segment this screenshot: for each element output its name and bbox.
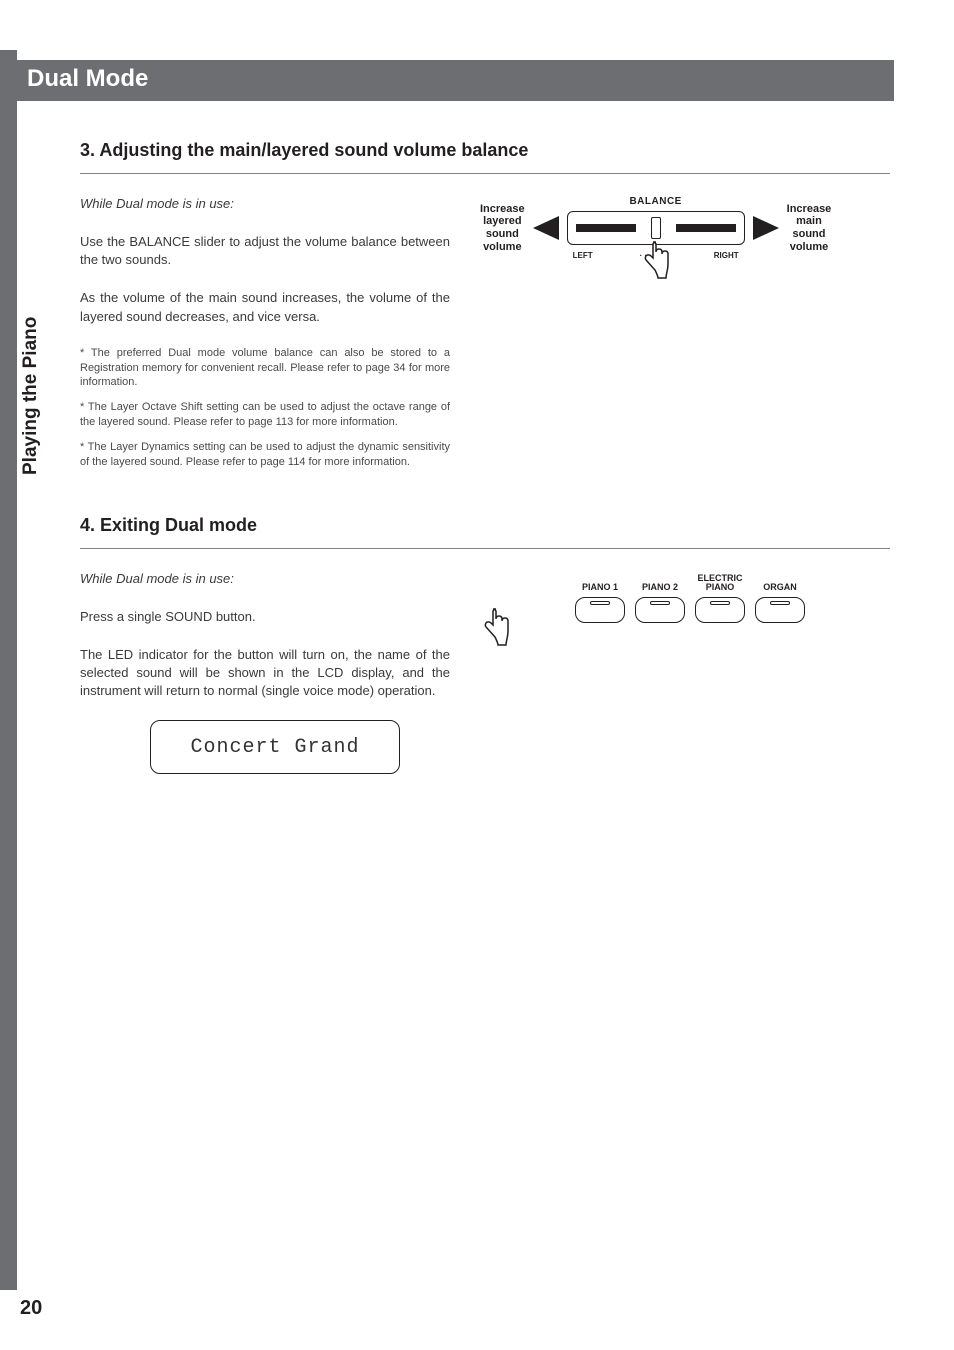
- page-number: 20: [20, 1297, 42, 1320]
- section3-note3: * The Layer Dynamics setting can be used…: [80, 440, 450, 470]
- balance-bar-left: [576, 224, 636, 232]
- section4-p2: The LED indicator for the button will tu…: [80, 646, 450, 701]
- hand-pointer-icon: [478, 607, 514, 654]
- section4-heading: 4. Exiting Dual mode: [80, 515, 890, 536]
- balance-left-text: LEFT: [573, 251, 593, 260]
- section3-note1: * The preferred Dual mode volume balance…: [80, 346, 450, 391]
- sound-button-electric-piano: ELECTRIC PIANO: [695, 575, 745, 623]
- sound-buttons-figure: PIANO 1 PIANO 2 ELECTRIC PIANO ORGAN: [490, 575, 890, 623]
- divider: [80, 548, 890, 549]
- sound-button-label: ELECTRIC PIANO: [698, 575, 743, 593]
- divider: [80, 173, 890, 174]
- sound-button-label: ORGAN: [763, 575, 797, 593]
- section3-note2: * The Layer Octave Shift setting can be …: [80, 400, 450, 430]
- balance-slider: [567, 211, 745, 245]
- sound-button-piano2: PIANO 2: [635, 575, 685, 623]
- balance-right-label: Increase main sound volume: [787, 203, 832, 254]
- balance-left-label: Increase layered sound volume: [480, 203, 525, 254]
- page-content: 3. Adjusting the main/layered sound volu…: [80, 140, 890, 774]
- sound-button-label: PIANO 1: [582, 575, 618, 593]
- lcd-display: Concert Grand: [150, 720, 400, 774]
- section3-p1: Use the BALANCE slider to adjust the vol…: [80, 233, 450, 269]
- section4-intro: While Dual mode is in use:: [80, 571, 450, 586]
- chapter-title: Dual Mode: [17, 60, 894, 101]
- balance-right-text: RIGHT: [714, 251, 739, 260]
- balance-slider-figure: Increase layered sound volume BALANCE LE…: [480, 196, 890, 260]
- balance-knob: [651, 217, 661, 239]
- sound-button-piano1: PIANO 1: [575, 575, 625, 623]
- section3-intro: While Dual mode is in use:: [80, 196, 450, 211]
- section3-p2: As the volume of the main sound increase…: [80, 289, 450, 325]
- sound-button-label: PIANO 2: [642, 575, 678, 593]
- sound-button-organ: ORGAN: [755, 575, 805, 623]
- balance-bar-right: [676, 224, 736, 232]
- section4-p1: Press a single SOUND button.: [80, 608, 450, 626]
- section3-heading: 3. Adjusting the main/layered sound volu…: [80, 140, 890, 161]
- section-tab-label: Playing the Piano: [20, 317, 42, 475]
- balance-title: BALANCE: [629, 196, 681, 207]
- page-margin-bar: [0, 50, 17, 1290]
- arrow-right-icon: [753, 216, 779, 240]
- arrow-left-icon: [533, 216, 559, 240]
- hand-pointer-icon: [638, 240, 674, 287]
